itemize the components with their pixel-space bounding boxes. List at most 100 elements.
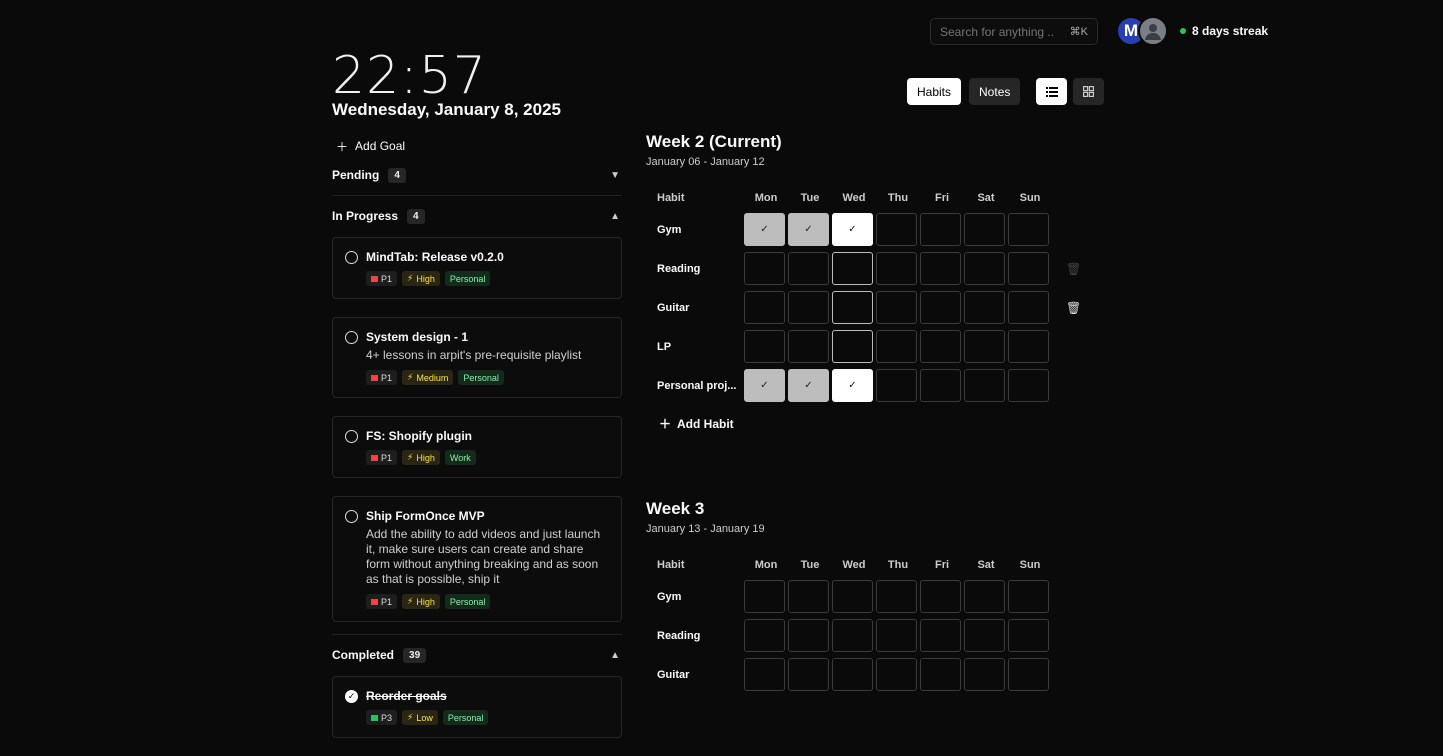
habit-cell[interactable] [744,291,785,324]
goal-card[interactable]: Ship FormOnce MVP Add the ability to add… [332,496,622,622]
tab-notes[interactable]: Notes [969,78,1021,105]
add-habit-button[interactable]: ＋ Add Habit [659,415,1066,432]
chevron-up-icon[interactable]: ▲ [610,211,620,222]
grid-view-button[interactable] [1073,78,1104,105]
habit-cell[interactable] [920,619,961,652]
avatar-group[interactable]: M [1116,16,1168,46]
habit-cell[interactable]: ✓ [788,369,829,402]
add-goal-button[interactable]: ＋ Add Goal [336,136,622,156]
habit-cell[interactable] [788,658,829,691]
habit-cell[interactable] [1008,619,1049,652]
habit-cell[interactable] [788,619,829,652]
habit-cell[interactable] [788,291,829,324]
goal-card[interactable]: FS: Shopify plugin P1 ⚡ High Work [332,416,622,478]
habit-row: Reading 🗑 [646,249,1081,288]
habit-cell[interactable] [920,580,961,613]
habit-cell[interactable] [1008,369,1049,402]
habit-cell[interactable] [964,658,1005,691]
habit-cell[interactable] [920,213,961,246]
habit-cell[interactable]: ✓ [832,369,873,402]
habit-cell[interactable]: ✓ [744,369,785,402]
habit-cell[interactable] [744,658,785,691]
section-count: 39 [403,647,427,663]
goal-checkbox-checked[interactable]: ✓ [345,690,358,703]
habit-cell[interactable]: ✓ [832,213,873,246]
goal-checkbox[interactable] [345,251,358,264]
goal-tags: P1 ⚡ High Personal [366,271,504,286]
tab-habits[interactable]: Habits [907,78,962,105]
habit-cell[interactable] [920,658,961,691]
avatar-photo[interactable] [1138,16,1168,46]
trash-icon[interactable]: 🗑 [1066,262,1081,276]
habit-cell[interactable] [964,330,1005,363]
habit-cell[interactable]: ✓ [788,213,829,246]
habit-cell[interactable] [832,619,873,652]
day-header: Thu [887,192,909,204]
habit-cell[interactable] [920,252,961,285]
section-pending[interactable]: Pending 4 ▼ [332,164,622,186]
lightning-icon: ⚡ [407,452,414,462]
search-box[interactable]: ⌘K [930,18,1098,45]
trash-icon[interactable]: 🗑 [1066,301,1081,315]
habit-cell[interactable] [744,330,785,363]
habit-cell[interactable] [876,658,917,691]
habit-cell[interactable] [964,580,1005,613]
habit-cell[interactable] [1008,580,1049,613]
goal-checkbox[interactable] [345,430,358,443]
plus-icon: ＋ [336,139,349,154]
habit-cell[interactable] [964,369,1005,402]
goal-checkbox[interactable] [345,510,358,523]
flag-icon [371,454,378,461]
streak-indicator: 8 days streak [1180,24,1268,38]
habit-cell[interactable] [788,252,829,285]
habit-cell[interactable] [1008,658,1049,691]
chevron-down-icon[interactable]: ▼ [610,170,620,181]
habit-cell[interactable] [832,658,873,691]
habit-cell[interactable] [832,330,873,363]
habit-cell[interactable] [964,291,1005,324]
habit-cell[interactable] [920,330,961,363]
habit-cell[interactable]: ✓ [744,213,785,246]
habit-cell[interactable] [876,252,917,285]
habit-cell[interactable] [876,580,917,613]
habit-cell[interactable] [744,252,785,285]
habit-cell[interactable] [1008,213,1049,246]
habit-cell[interactable] [876,369,917,402]
search-input[interactable] [940,24,1055,39]
habit-cell[interactable] [1008,291,1049,324]
habit-name: Personal proj... [657,379,737,392]
section-in-progress[interactable]: In Progress 4 ▲ [332,205,622,227]
goal-card[interactable]: System design - 1 4+ lessons in arpit's … [332,317,622,398]
habit-cell[interactable] [964,619,1005,652]
habit-cell[interactable] [744,580,785,613]
habit-cell[interactable] [744,619,785,652]
habit-cell[interactable] [964,213,1005,246]
habit-cell[interactable] [876,213,917,246]
habit-cell[interactable] [876,291,917,324]
section-completed[interactable]: Completed 39 ▲ [332,644,622,666]
habit-cell[interactable] [964,252,1005,285]
list-view-button[interactable] [1036,78,1067,105]
habit-cell[interactable] [920,291,961,324]
in-progress-list: MindTab: Release v0.2.0 P1 ⚡ High Persona… [332,237,622,622]
goal-card[interactable]: MindTab: Release v0.2.0 P1 ⚡ High Persona… [332,237,622,299]
habit-cell[interactable] [832,291,873,324]
goal-checkbox[interactable] [345,331,358,344]
priority-level-label: P1 [381,596,393,607]
habit-cell[interactable] [1008,252,1049,285]
habit-cell[interactable] [832,252,873,285]
goal-title: MindTab: Release v0.2.0 [366,250,504,264]
habit-cell[interactable] [1008,330,1049,363]
goal-card[interactable]: ✓ Reorder goals P3 ⚡ Low Personal [332,676,622,738]
habit-cell[interactable] [832,580,873,613]
habit-cell[interactable] [788,580,829,613]
habit-cell[interactable] [788,330,829,363]
habit-cell[interactable] [920,369,961,402]
goal-tags: P1 ⚡ High Work [366,450,476,465]
habit-cell[interactable] [876,619,917,652]
habit-row: Personal proj... ✓ ✓ ✓ [646,366,1066,405]
chevron-up-icon[interactable]: ▲ [610,650,620,661]
habit-cell[interactable] [876,330,917,363]
mode-toggle: Habits Notes [907,78,1021,105]
week-block: Week 3 January 13 - January 19 Habit Mon… [646,499,1066,694]
